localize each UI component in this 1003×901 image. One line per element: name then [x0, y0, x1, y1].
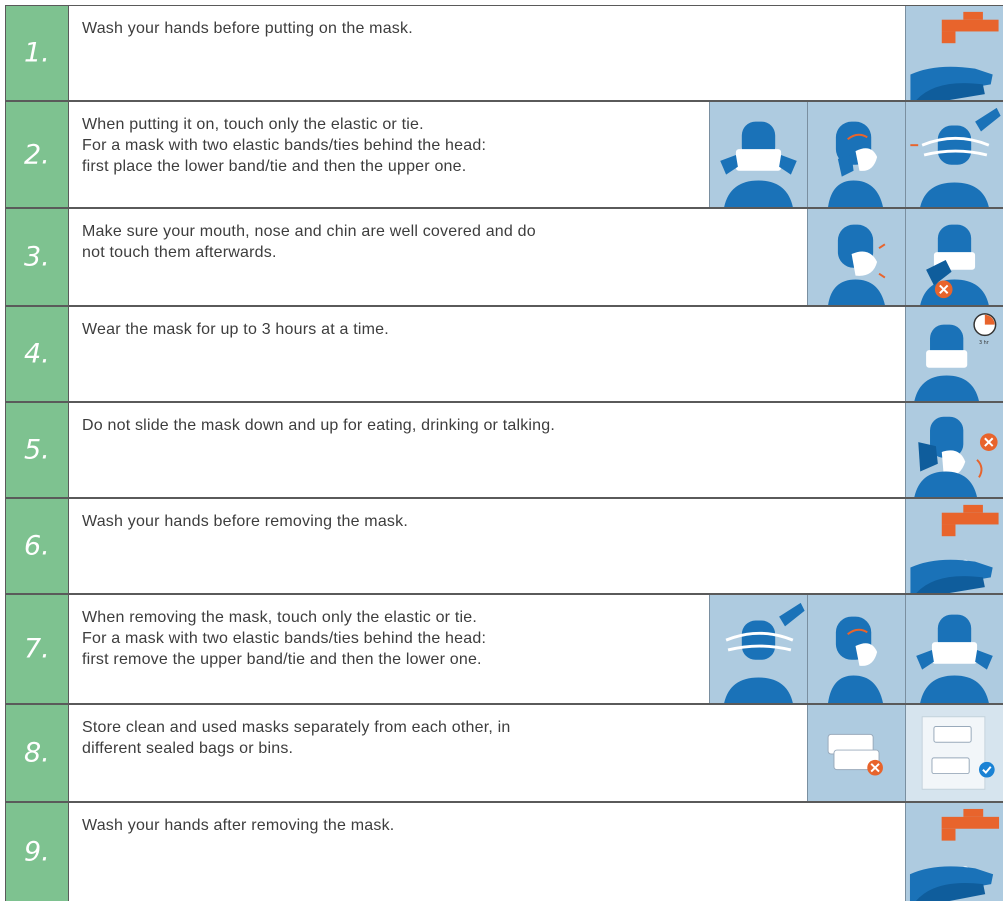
step-number-cell: 5. — [5, 402, 69, 498]
step-text-line: different sealed bags or bins. — [82, 740, 294, 757]
used-masks-icon — [807, 705, 905, 801]
mask-side-icon — [807, 595, 905, 703]
step-row: 5. Do not slide the mask down and up for… — [0, 402, 1003, 498]
timer-label: 3 hr — [979, 340, 989, 346]
step-text-cell: When removing the mask, touch only the e… — [69, 594, 1003, 704]
step-number: 7. — [24, 633, 50, 665]
step-text-line: Wear the mask for up to 3 hours at a tim… — [82, 321, 389, 338]
step-text-line: Make sure your mouth, nose and chin are … — [82, 223, 536, 240]
step-text-line: not touch them afterwards. — [82, 244, 277, 261]
step-text-line: When removing the mask, touch only the e… — [82, 609, 477, 626]
step-text: Wear the mask for up to 3 hours at a tim… — [82, 319, 389, 340]
step-text-line: Do not slide the mask down and up for ea… — [82, 417, 556, 434]
step-text-cell: Wash your hands before removing the mask… — [69, 498, 1003, 594]
mask-ties-icon — [905, 102, 1003, 207]
step-row: 7. When removing the mask, touch only th… — [0, 594, 1003, 704]
mask-front-icon — [709, 102, 807, 207]
step-text-cell: Wear the mask for up to 3 hours at a tim… — [69, 306, 1003, 402]
no-slide-mask-icon — [905, 403, 1003, 497]
step-text-cell: Wash your hands after removing the mask. — [69, 802, 1003, 901]
step-row: 4. Wear the mask for up to 3 hours at a … — [0, 306, 1003, 402]
step-number: 4. — [24, 338, 50, 370]
step-row: 2. When putting it on, touch only the el… — [0, 101, 1003, 208]
mask-instructions-table: 1. Wash your hands before putting on the… — [0, 0, 1003, 901]
step-text: Wash your hands after removing the mask. — [82, 815, 394, 836]
step-row: 3. Make sure your mouth, nose and chin a… — [0, 208, 1003, 306]
step-number-cell: 2. — [5, 101, 69, 208]
step-row: 8. Store clean and used masks separately… — [0, 704, 1003, 802]
step-text-line: first remove the upper band/tie and then… — [82, 651, 482, 668]
step-row: 9. Wash your hands after removing the ma… — [0, 802, 1003, 901]
step-number: 6. — [24, 530, 50, 562]
clean-masks-icon — [905, 705, 1003, 801]
no-touch-mask-icon — [905, 209, 1003, 305]
step-text-line: Wash your hands before removing the mask… — [82, 513, 408, 530]
step-number-cell: 4. — [5, 306, 69, 402]
step-row: 1. Wash your hands before putting on the… — [0, 5, 1003, 101]
step-text: When putting it on, touch only the elast… — [82, 114, 486, 177]
step-text-line: Store clean and used masks separately fr… — [82, 719, 511, 736]
step-text: Store clean and used masks separately fr… — [82, 717, 511, 759]
step-number-cell: 9. — [5, 802, 69, 901]
step-text-cell: Store clean and used masks separately fr… — [69, 704, 1003, 802]
mask-side-icon — [807, 102, 905, 207]
step-number: 1. — [24, 37, 50, 69]
step-text-line: Wash your hands after removing the mask. — [82, 817, 395, 834]
hand-washing-icon — [905, 499, 1003, 593]
mask-timer-icon: 3 hr — [905, 307, 1003, 401]
step-text-line: When putting it on, touch only the elast… — [82, 116, 424, 133]
step-number: 9. — [24, 836, 50, 868]
step-number-cell: 6. — [5, 498, 69, 594]
step-text-cell: Wash your hands before putting on the ma… — [69, 5, 1003, 101]
mask-cover-icon — [807, 209, 905, 305]
step-number: 5. — [24, 434, 50, 466]
step-text-cell: Make sure your mouth, nose and chin are … — [69, 208, 1003, 306]
step-row: 6. Wash your hands before removing the m… — [0, 498, 1003, 594]
step-text: Wash your hands before putting on the ma… — [82, 18, 413, 39]
step-text-line: first place the lower band/tie and then … — [82, 158, 467, 175]
mask-ties-icon — [709, 595, 807, 703]
step-text: Do not slide the mask down and up for ea… — [82, 415, 555, 436]
step-text-line: For a mask with two elastic bands/ties b… — [82, 137, 487, 154]
hand-washing-icon — [905, 6, 1003, 100]
step-text-cell: When putting it on, touch only the elast… — [69, 101, 1003, 208]
mask-front-icon — [905, 595, 1003, 703]
step-number-cell: 1. — [5, 5, 69, 101]
step-number: 3. — [24, 241, 50, 273]
step-number-cell: 7. — [5, 594, 69, 704]
step-number-cell: 3. — [5, 208, 69, 306]
hand-washing-icon — [905, 803, 1003, 901]
step-number-cell: 8. — [5, 704, 69, 802]
step-number: 8. — [24, 737, 50, 769]
step-text-line: For a mask with two elastic bands/ties b… — [82, 630, 487, 647]
step-text-line: Wash your hands before putting on the ma… — [82, 20, 413, 37]
step-text: When removing the mask, touch only the e… — [82, 607, 486, 670]
step-text: Wash your hands before removing the mask… — [82, 511, 408, 532]
step-text-cell: Do not slide the mask down and up for ea… — [69, 402, 1003, 498]
step-number: 2. — [24, 139, 50, 170]
step-text: Make sure your mouth, nose and chin are … — [82, 221, 536, 263]
